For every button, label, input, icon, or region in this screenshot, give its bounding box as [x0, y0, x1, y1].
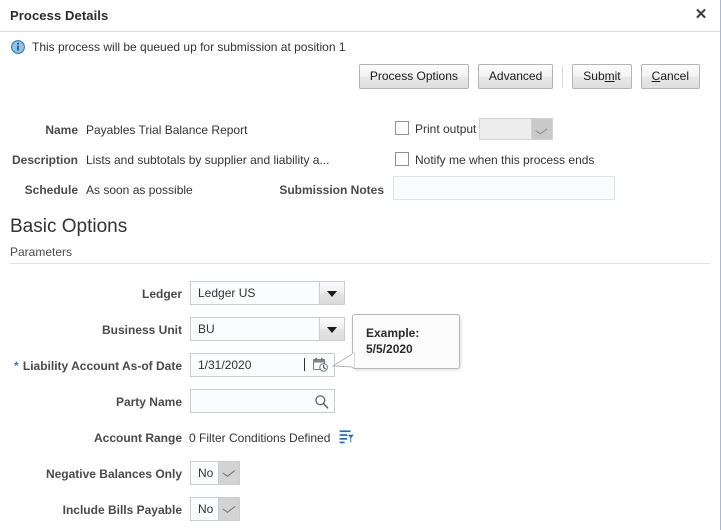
name-value: Payables Trial Balance Report	[86, 123, 248, 137]
notify-label: Notify me when this process ends	[415, 153, 595, 167]
chevron-down-icon[interactable]	[319, 282, 344, 304]
chevron-down-icon[interactable]	[319, 318, 344, 340]
submit-label-pre: Sub	[583, 69, 605, 83]
search-icon[interactable]	[314, 394, 329, 409]
filter-list-icon[interactable]	[339, 429, 355, 445]
submission-notes-label: Submission Notes	[279, 183, 384, 197]
liability-date-value: 1/31/2020	[198, 358, 252, 372]
process-details-dialog: Process Details ✕ This process will be q…	[0, 0, 721, 530]
dialog-titlebar: Process Details ✕	[0, 0, 720, 32]
tooltip-pointer	[332, 352, 355, 368]
description-value: Lists and subtotals by supplier and liab…	[86, 153, 330, 167]
negative-balances-select[interactable]: No	[190, 461, 240, 485]
include-bills-payable-label: Include Bills Payable	[62, 503, 182, 517]
ledger-combobox[interactable]: Ledger US	[190, 281, 345, 305]
business-unit-value: BU	[198, 322, 215, 336]
submit-label-post: it	[614, 69, 621, 83]
dialog-action-buttons: Process Options Advanced Submit Cancel	[358, 64, 700, 89]
submit-label-mnemonic: m	[604, 69, 615, 83]
parameters-label: Parameters	[10, 245, 73, 259]
party-name-field[interactable]	[190, 389, 335, 413]
include-bills-payable-value: No	[198, 502, 214, 516]
info-message-text: This process will be queued up for submi…	[32, 40, 346, 54]
close-icon[interactable]: ✕	[692, 6, 710, 24]
cancel-label-mnemonic: C	[651, 69, 661, 83]
submit-button[interactable]: Submit	[572, 64, 632, 89]
date-caret	[303, 358, 305, 372]
liability-date-label: Liability Account As-of Date	[22, 359, 182, 373]
parameters-divider	[10, 263, 710, 264]
date-format-tooltip: Example: 5/5/2020	[352, 314, 460, 369]
schedule-label: Schedule	[24, 183, 78, 197]
account-range-value: 0 Filter Conditions Defined	[189, 431, 331, 445]
print-output-checkbox[interactable]	[395, 121, 409, 135]
basic-options-heading: Basic Options	[10, 216, 128, 237]
process-options-button[interactable]: Process Options	[358, 64, 469, 89]
schedule-value: As soon as possible	[86, 183, 193, 197]
negative-balances-label: Negative Balances Only	[45, 467, 182, 481]
advanced-button[interactable]: Advanced	[477, 64, 554, 89]
submission-notes-input[interactable]	[393, 176, 615, 200]
include-bills-payable-select[interactable]: No	[190, 497, 240, 521]
info-message: This process will be queued up for submi…	[11, 40, 346, 54]
negative-balances-value: No	[198, 466, 214, 480]
print-output-select[interactable]	[479, 118, 553, 140]
notify-checkbox[interactable]	[395, 152, 409, 166]
ledger-value: Ledger US	[198, 286, 256, 300]
chevron-down-icon	[218, 462, 239, 484]
info-circle-icon	[11, 40, 25, 54]
name-label: Name	[45, 123, 78, 137]
business-unit-label: Business Unit	[101, 323, 182, 337]
liability-date-field[interactable]: 1/31/2020	[190, 353, 335, 377]
dialog-title: Process Details	[10, 8, 109, 23]
chevron-down-icon	[218, 498, 239, 520]
calendar-clock-icon[interactable]	[313, 357, 329, 373]
business-unit-combobox[interactable]: BU	[190, 317, 345, 341]
cancel-label-post: ancel	[660, 69, 689, 83]
description-label: Description	[11, 153, 78, 167]
cancel-button[interactable]: Cancel	[640, 64, 700, 89]
button-separator	[562, 65, 564, 88]
party-name-label: Party Name	[115, 395, 182, 409]
account-range-label: Account Range	[93, 431, 182, 445]
chevron-down-icon	[531, 119, 552, 139]
ledger-label: Ledger	[141, 287, 182, 301]
print-output-label: Print output	[415, 122, 477, 136]
liability-date-required-marker: *	[14, 359, 19, 373]
date-format-tooltip-text: Example: 5/5/2020	[366, 326, 420, 356]
